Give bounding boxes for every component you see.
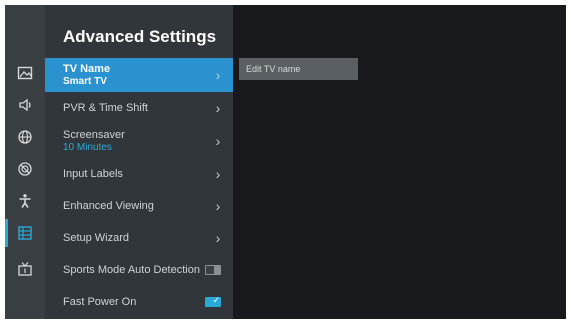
picture-icon[interactable] [15,63,35,83]
tv-screen: Advanced Settings TV Name Smart TV › PVR… [5,5,566,319]
menu-item-fast-power-on[interactable]: Fast Power On [45,286,233,318]
category-rail [5,5,45,319]
chevron-right-icon: › [215,133,221,149]
edit-tv-name-label: Edit TV name [246,64,301,74]
advanced-settings-panel: Advanced Settings TV Name Smart TV › PVR… [45,5,233,319]
chevron-right-icon: › [215,198,221,214]
menu-item-enhanced-viewing[interactable]: Enhanced Viewing › [45,190,233,222]
menu-item-label: TV Name [63,63,111,75]
menu-item-tv-name[interactable]: TV Name Smart TV › [45,58,233,92]
chevron-right-icon: › [215,100,221,116]
fast-power-on-toggle[interactable] [205,295,221,307]
menu-item-pvr-time-shift[interactable]: PVR & Time Shift › [45,92,233,124]
accessibility-icon[interactable] [15,191,35,211]
menu-item-setup-wizard[interactable]: Setup Wizard › [45,222,233,254]
support-icon[interactable] [15,259,35,279]
channel-icon[interactable] [15,159,35,179]
chevron-right-icon: › [215,230,221,246]
menu-item-sports-mode[interactable]: Sports Mode Auto Detection [45,254,233,286]
system-icon[interactable] [5,219,35,247]
sound-icon[interactable] [15,95,35,115]
menu-item-label: Enhanced Viewing [63,200,154,212]
sports-mode-toggle[interactable] [205,265,221,275]
menu-item-label: Sports Mode Auto Detection [63,264,200,276]
chevron-right-icon: › [215,67,221,83]
menu-item-screensaver[interactable]: Screensaver 10 Minutes › [45,124,233,158]
menu-item-label: Screensaver [63,129,125,141]
edit-tv-name-option[interactable]: Edit TV name [239,58,358,80]
page-title: Advanced Settings [63,27,217,46]
menu-item-label: PVR & Time Shift [63,102,148,114]
network-icon[interactable] [15,127,35,147]
menu-item-input-labels[interactable]: Input Labels › [45,158,233,190]
menu-item-label: Fast Power On [63,296,137,308]
menu-item-label: Setup Wizard [63,232,130,244]
menu-item-label: Input Labels [63,168,123,180]
chevron-right-icon: › [215,166,221,182]
menu-item-value: Smart TV [63,76,107,87]
menu-item-value: 10 Minutes [63,142,112,153]
